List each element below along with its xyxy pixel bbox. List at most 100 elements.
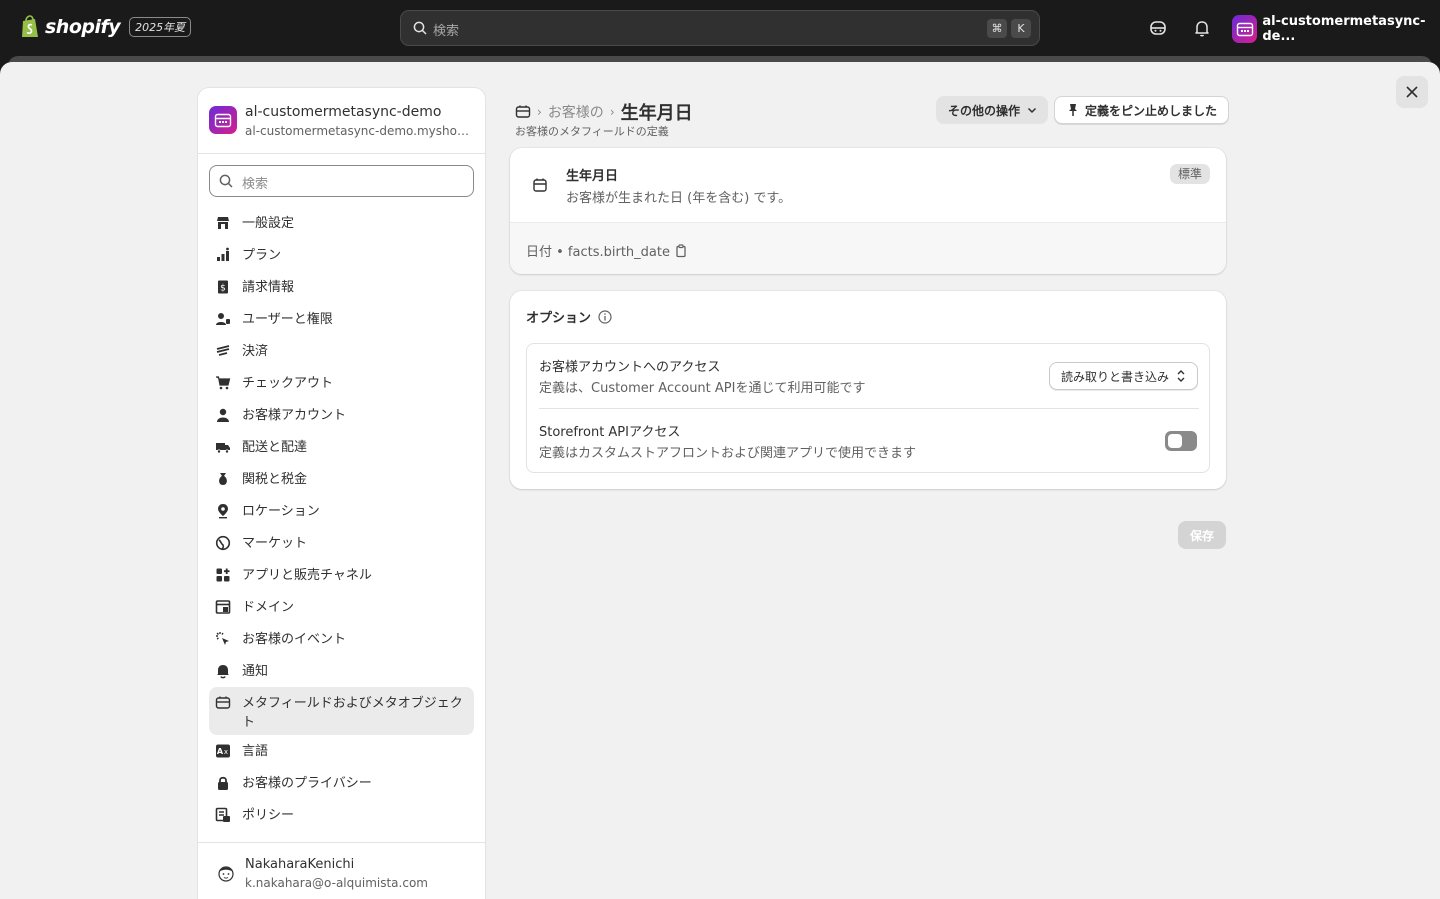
sidebar-item-label: ドメイン (242, 600, 295, 615)
calendar-icon (214, 113, 232, 128)
kbd-k: K (1011, 19, 1031, 38)
sidebar-item-label: お客様アカウント (242, 408, 347, 423)
sidebar-item-policies[interactable]: ポリシー (209, 799, 474, 831)
logo-text: shopify (45, 16, 121, 38)
sidebar-item-notifications[interactable]: 通知 (209, 655, 474, 687)
global-search-input[interactable]: 検索 ⌘ K (400, 10, 1040, 46)
customer-access-title: お客様アカウントへのアクセス (539, 360, 721, 375)
definition-description: お客様が生まれた日 (年を含む) です。 (566, 191, 792, 206)
search-placeholder: 検索 (242, 177, 269, 192)
sidebar-item-customer-events[interactable]: お客様のイベント (209, 623, 474, 655)
store-menu-button[interactable]: al-customermetasync-de... (1232, 14, 1440, 44)
settings-nav: 一般設定 プラン $ 請求情報 ユーザーと権限 決済 チェックアウト お客様アカ… (209, 207, 474, 831)
sidebar-item-billing[interactable]: $ 請求情報 (209, 271, 474, 303)
sidebar-item-label: 請求情報 (242, 280, 295, 295)
settings-search-input[interactable]: 検索 (209, 165, 474, 197)
store-title: al-customermetasync-demo (245, 104, 442, 120)
save-button[interactable]: 保存 (1178, 521, 1227, 549)
pin-icon (1069, 104, 1077, 116)
sidebar-item-metafields[interactable]: メタフィールドおよびメタオブジェクト (209, 687, 474, 735)
sidebar-item-customer-accounts[interactable]: お客様アカウント (209, 399, 474, 431)
cart-icon (216, 376, 231, 390)
more-actions-button[interactable]: その他の操作 (936, 96, 1049, 124)
select-chevron-icon (1177, 370, 1185, 382)
users-icon (216, 313, 230, 325)
bell-icon[interactable] (1192, 18, 1212, 38)
sidebar-item-label: マーケット (242, 536, 308, 551)
store-domain: al-customermetasync-demo.myshopi... (245, 124, 475, 138)
store-name: al-customermetasync-de... (1262, 14, 1426, 44)
sidebar-item-plan[interactable]: プラン (209, 239, 474, 271)
svg-text:$: $ (220, 284, 226, 294)
storefront-access-toggle[interactable] (1165, 431, 1197, 451)
sidebar-item-label: 言語 (242, 744, 269, 759)
sidebar-item-checkout[interactable]: チェックアウト (209, 367, 474, 399)
shopify-logo[interactable]: shopify 2025年夏 (20, 15, 192, 39)
copy-icon[interactable] (674, 243, 688, 258)
calendar-icon (1236, 22, 1253, 37)
top-bar: shopify 2025年夏 検索 ⌘ K al-customermetasyn… (0, 0, 1440, 56)
toggle-knob (1168, 434, 1182, 448)
sidebar-item-languages[interactable]: Ax 言語 (209, 735, 474, 767)
sidebar-item-label: 一般設定 (242, 216, 295, 231)
user-email: k.nakahara@o-alquimista.com (245, 876, 428, 890)
sidebar-item-label: ユーザーと権限 (242, 312, 333, 327)
store-avatar (1232, 15, 1258, 43)
events-icon (216, 632, 229, 645)
sidebar-item-general[interactable]: 一般設定 (209, 207, 474, 239)
options-card: オプション お客様アカウントへのアクセス 定義は、Customer Accoun… (510, 291, 1226, 489)
sidebar-item-label: お客様のプライバシー (242, 776, 372, 791)
sidebar-item-label: 関税と税金 (242, 472, 308, 487)
plan-icon (217, 247, 229, 261)
user-account[interactable]: NakaharaKenichi k.nakahara@o-alquimista.… (198, 842, 485, 899)
breadcrumb: › お客様の › 生年月日 (515, 99, 693, 125)
bell-icon (217, 665, 229, 679)
pin-definition-button[interactable]: 定義をピン止めしました (1054, 96, 1230, 124)
search-icon (219, 174, 233, 188)
sidebar-item-taxes[interactable]: 関税と税金 (209, 463, 474, 495)
domain-icon (215, 600, 231, 614)
page-title: 生年月日 (620, 103, 693, 124)
sidebar-item-label: チェックアウト (242, 376, 334, 391)
storefront-access-title: Storefront APIアクセス (539, 425, 681, 440)
customer-access-select[interactable]: 読み取りと書き込み (1049, 362, 1199, 390)
svg-text:x: x (224, 748, 228, 756)
language-icon: Ax (216, 744, 230, 758)
truck-icon (216, 443, 230, 454)
person-icon (217, 408, 229, 422)
definition-card: 生年月日 お客様が生まれた日 (年を含む) です。 日付 • facts.bir… (510, 148, 1226, 274)
divider (539, 408, 1199, 409)
user-name: NakaharaKenichi (245, 857, 355, 872)
breadcrumb-parent[interactable]: お客様の (548, 102, 604, 122)
options-title: オプション (526, 311, 592, 326)
sidebar-item-apps[interactable]: アプリと販売チャネル (209, 559, 474, 591)
metafields-icon (215, 696, 231, 709)
store-avatar (209, 106, 237, 134)
sidebar-item-label: ポリシー (242, 808, 295, 823)
page-subtitle: お客様のメタフィールドの定義 (515, 125, 669, 138)
chevron-down-icon (1027, 107, 1037, 114)
edition-badge[interactable]: 2025年夏 (129, 17, 192, 37)
sidebar-item-label: お客様のイベント (242, 632, 347, 647)
info-icon[interactable] (598, 309, 612, 324)
sidebar-item-payments[interactable]: 決済 (209, 335, 474, 367)
definition-type-footer: 日付 • facts.birth_date (510, 222, 1226, 274)
sidekick-icon[interactable] (1148, 18, 1168, 38)
close-button[interactable] (1396, 76, 1428, 108)
kbd-cmd: ⌘ (987, 19, 1007, 38)
search-placeholder: 検索 (433, 24, 460, 39)
sidebar-item-locations[interactable]: ロケーション (209, 495, 474, 527)
customer-access-value: 読み取りと書き込み (1061, 369, 1170, 384)
sidebar-item-domains[interactable]: ドメイン (209, 591, 474, 623)
breadcrumb-separator: › (609, 105, 615, 119)
sidebar-item-label: アプリと販売チャネル (242, 568, 372, 583)
sidebar-item-privacy[interactable]: お客様のプライバシー (209, 767, 474, 799)
sidebar-item-shipping[interactable]: 配送と配達 (209, 431, 474, 463)
sidebar-item-markets[interactable]: マーケット (209, 527, 474, 559)
sidebar-item-users[interactable]: ユーザーと権限 (209, 303, 474, 335)
close-icon (1406, 86, 1418, 98)
shopify-bag-icon (22, 15, 38, 37)
sidebar-item-label: 通知 (242, 664, 269, 679)
sidebar-item-label: メタフィールドおよびメタオブジェクト (242, 696, 463, 730)
metafields-icon[interactable] (515, 104, 531, 120)
